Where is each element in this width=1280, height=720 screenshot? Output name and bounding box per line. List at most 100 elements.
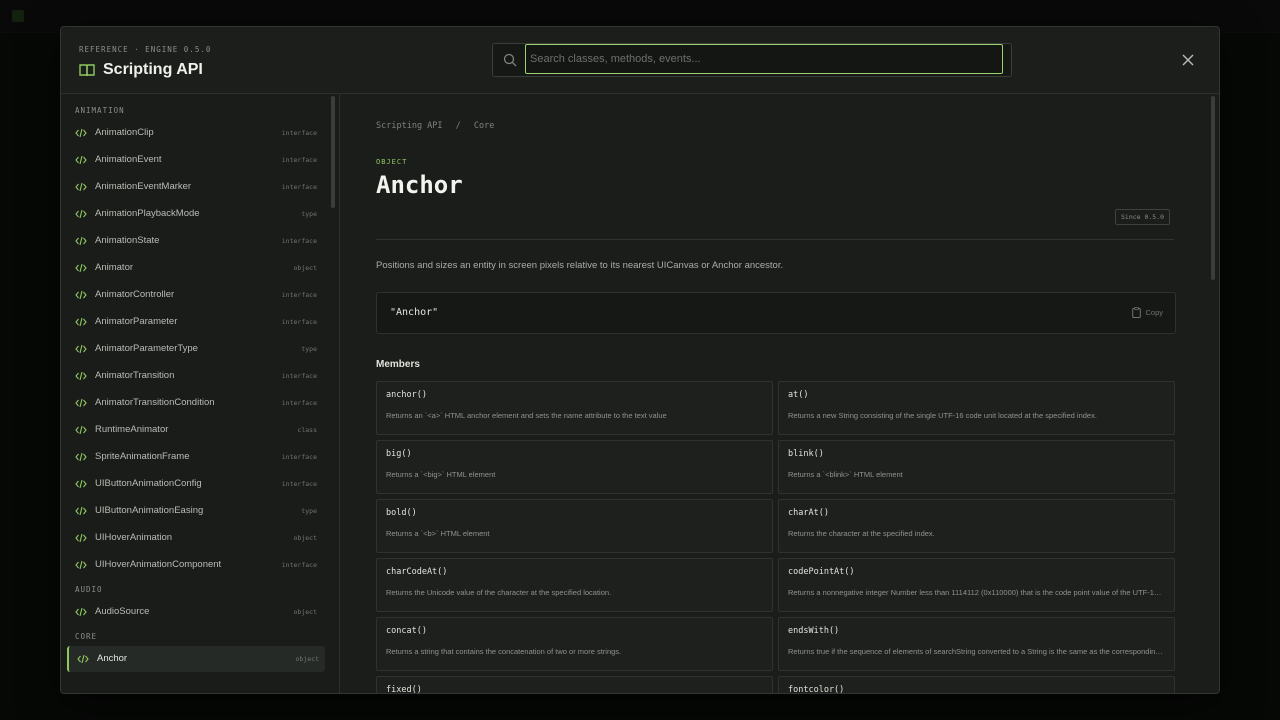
sidebar-item[interactable]: UIButtonAnimationConfig interface	[67, 471, 323, 497]
search-box	[492, 43, 1012, 77]
member-card[interactable]: charAt() Returns the character at the spe…	[778, 499, 1175, 553]
sidebar-item[interactable]: AnimationEventMarker interface	[67, 174, 323, 200]
member-card[interactable]: fixed()Returns a `<tt>` HTML element	[376, 676, 773, 693]
code-icon	[75, 236, 87, 246]
copy-button[interactable]: Copy	[1132, 307, 1163, 318]
sidebar-item-label: UIButtonAnimationEasing	[95, 505, 204, 516]
member-description: Returns the character at the specified i…	[788, 529, 935, 538]
member-card[interactable]: codePointAt() Returns a nonnegative integ…	[778, 558, 1175, 612]
member-name: bold()	[386, 508, 417, 518]
code-icon	[75, 155, 87, 165]
sidebar-item-label: AnimatorParameterType	[95, 343, 198, 354]
code-icon	[75, 263, 87, 273]
member-name: endsWith()	[788, 626, 840, 636]
sidebar-item[interactable]: AnimatorController interface	[67, 282, 323, 308]
code-icon	[75, 425, 87, 435]
sidebar-item[interactable]: UIHoverAnimationComponent interface	[67, 552, 323, 578]
member-description: Returns a `<blink>` HTML element	[788, 470, 903, 479]
member-name: fontcolor()	[788, 685, 845, 693]
sidebar-item-label: SpriteAnimationFrame	[95, 451, 190, 462]
sidebar-item[interactable]: AnimationState interface	[67, 228, 323, 254]
scripting-api-modal: REFERENCE · ENGINE 0.5.0 Scripting API A…	[60, 26, 1220, 694]
member-description: Returns an `<a>` HTML anchor element and…	[386, 411, 667, 420]
sidebar-item[interactable]: UIHoverAnimation object	[67, 525, 323, 551]
sidebar-item-label: UIHoverAnimationComponent	[95, 559, 222, 570]
code-icon	[77, 654, 89, 664]
sidebar-item[interactable]: AnimationPlaybackMode type	[67, 201, 323, 227]
code-block: "Anchor" Copy	[376, 292, 1176, 334]
copy-label: Copy	[1145, 308, 1163, 317]
sidebar-scrollbar[interactable]	[331, 96, 335, 208]
sidebar-item-kind: type	[301, 345, 317, 353]
code-icon	[75, 452, 87, 462]
member-description: Returns a new String consisting of the s…	[788, 411, 1097, 420]
kind-label: OBJECT	[376, 158, 408, 166]
sidebar-item[interactable]: AudioSource object	[67, 599, 323, 625]
sidebar-item-kind: interface	[281, 453, 317, 461]
clipboard-icon	[1132, 307, 1142, 318]
member-card[interactable]: blink() Returns a `<blink>` HTML element	[778, 440, 1175, 494]
sidebar-item-kind: interface	[281, 561, 317, 569]
sidebar-item-kind: object	[293, 534, 317, 542]
member-description: Returns true if the sequence of elements…	[788, 647, 1164, 656]
sidebar-item-kind: object	[293, 608, 317, 616]
sidebar-item-kind: type	[301, 210, 317, 218]
sidebar-item[interactable]: AnimatorParameterType type	[67, 336, 323, 362]
sidebar-item[interactable]: Animator object	[67, 255, 323, 281]
sidebar-item[interactable]: AnimationClip interface	[67, 120, 323, 146]
member-card[interactable]: fontcolor()Returns a `<font>` HTML eleme…	[778, 676, 1175, 693]
sidebar-item[interactable]: AnimatorTransitionCondition interface	[67, 390, 323, 416]
sidebar-item-label: AnimatorTransitionCondition	[95, 397, 215, 408]
sidebar-item-kind: interface	[281, 372, 317, 380]
sidebar-item[interactable]: UIButtonAnimationEasing type	[67, 498, 323, 524]
member-description: Returns a string that contains the conca…	[386, 647, 622, 656]
close-icon[interactable]	[1179, 51, 1197, 69]
search-input[interactable]	[525, 44, 1003, 74]
sidebar-item-kind: object	[293, 264, 317, 272]
main-scrollbar[interactable]	[1211, 96, 1215, 280]
sidebar-item-label: AnimationPlaybackMode	[95, 208, 200, 219]
sidebar-item-kind: interface	[281, 399, 317, 407]
code-icon	[75, 317, 87, 327]
code-icon	[75, 398, 87, 408]
member-name: at()	[788, 390, 809, 400]
sidebar-item-kind: class	[297, 426, 317, 434]
sidebar-item-label: Anchor	[97, 653, 128, 664]
member-name: anchor()	[386, 390, 427, 400]
sidebar-item[interactable]: RuntimeAnimator class	[67, 417, 323, 443]
sidebar-section-title: CORE	[75, 632, 98, 641]
sidebar-item-label: UIHoverAnimation	[95, 532, 173, 543]
header-title-group: Scripting API	[79, 61, 203, 79]
sidebar-item-label: AnimatorTransition	[95, 370, 175, 381]
member-card[interactable]: charCodeAt() Returns the Unicode value of…	[376, 558, 773, 612]
member-card[interactable]: bold() Returns a `<b>` HTML element	[376, 499, 773, 553]
page-title: Anchor	[376, 171, 463, 199]
code-icon	[75, 533, 87, 543]
member-card[interactable]: anchor() Returns an `<a>` HTML anchor ele…	[376, 381, 773, 435]
sidebar-item-label: RuntimeAnimator	[95, 424, 169, 435]
breadcrumb-separator: /	[455, 121, 461, 131]
breadcrumb-current[interactable]: Core	[474, 121, 494, 131]
description: Positions and sizes an entity in screen …	[376, 260, 784, 271]
sidebar-section-title: ANIMATION	[75, 106, 125, 115]
member-card[interactable]: big() Returns a `<big>` HTML element	[376, 440, 773, 494]
member-card[interactable]: at() Returns a new String consisting of t…	[778, 381, 1175, 435]
sidebar-item[interactable]: Anchor object	[67, 646, 325, 672]
member-name: codePointAt()	[788, 567, 855, 577]
sidebar-item-kind: interface	[281, 291, 317, 299]
member-name: charAt()	[788, 508, 829, 518]
sidebar-item-label: AnimationEvent	[95, 154, 162, 165]
modal-header: REFERENCE · ENGINE 0.5.0 Scripting API	[61, 27, 1219, 94]
sidebar-item[interactable]: AnimatorParameter interface	[67, 309, 323, 335]
sidebar-item[interactable]: AnimationEvent interface	[67, 147, 323, 173]
sidebar-item-label: AnimationEventMarker	[95, 181, 192, 192]
member-card[interactable]: concat() Returns a string that contains t…	[376, 617, 773, 671]
search-icon	[503, 53, 517, 67]
sidebar-item[interactable]: AnimatorTransition interface	[67, 363, 323, 389]
member-card[interactable]: endsWith() Returns true if the sequence o…	[778, 617, 1175, 671]
breadcrumb-root[interactable]: Scripting API	[376, 121, 443, 131]
sidebar-item-kind: interface	[281, 318, 317, 326]
sidebar-item[interactable]: SpriteAnimationFrame interface	[67, 444, 323, 470]
sidebar-item-label: AnimatorController	[95, 289, 175, 300]
member-name: blink()	[788, 449, 824, 459]
